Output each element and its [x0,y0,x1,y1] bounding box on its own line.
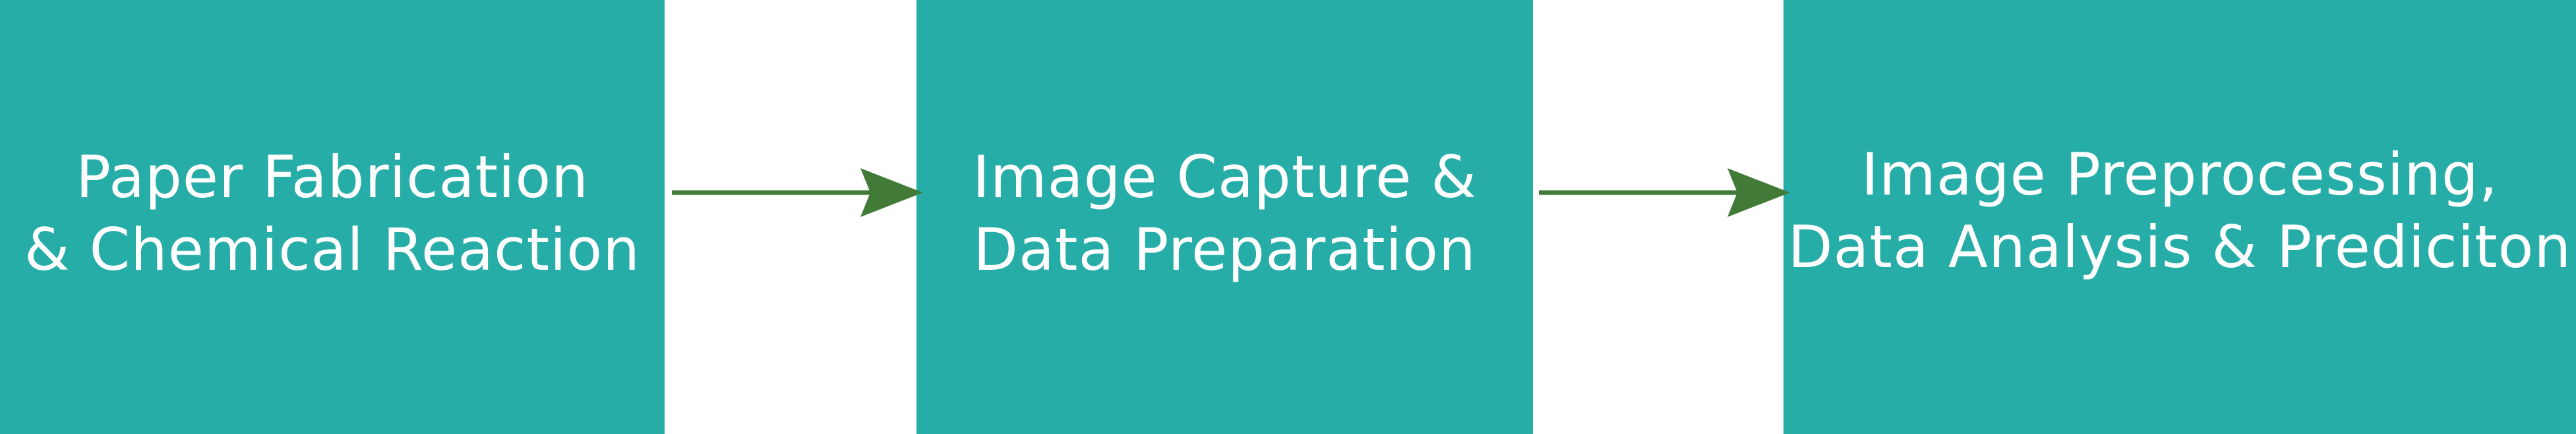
step-box-paper-fabrication: Paper Fabrication & Chemical Reaction [0,0,665,434]
step-label-image-capture: Image Capture & Data Preparation [972,143,1478,284]
step-box-image-preprocessing: Image Preprocessing, Data Analysis & Pre… [1783,0,2576,434]
arrow-head-2 [1727,168,1790,217]
step-box-image-capture: Image Capture & Data Preparation [916,0,1533,434]
arrow-step1-to-step2 [672,168,923,217]
step-label-paper-fabrication: Paper Fabrication & Chemical Reaction [24,143,641,284]
arrow-head-1 [860,168,923,217]
step-label-image-preprocessing: Image Preprocessing, Data Analysis & Pre… [1787,140,2572,281]
arrow-step2-to-step3 [1539,168,1790,217]
